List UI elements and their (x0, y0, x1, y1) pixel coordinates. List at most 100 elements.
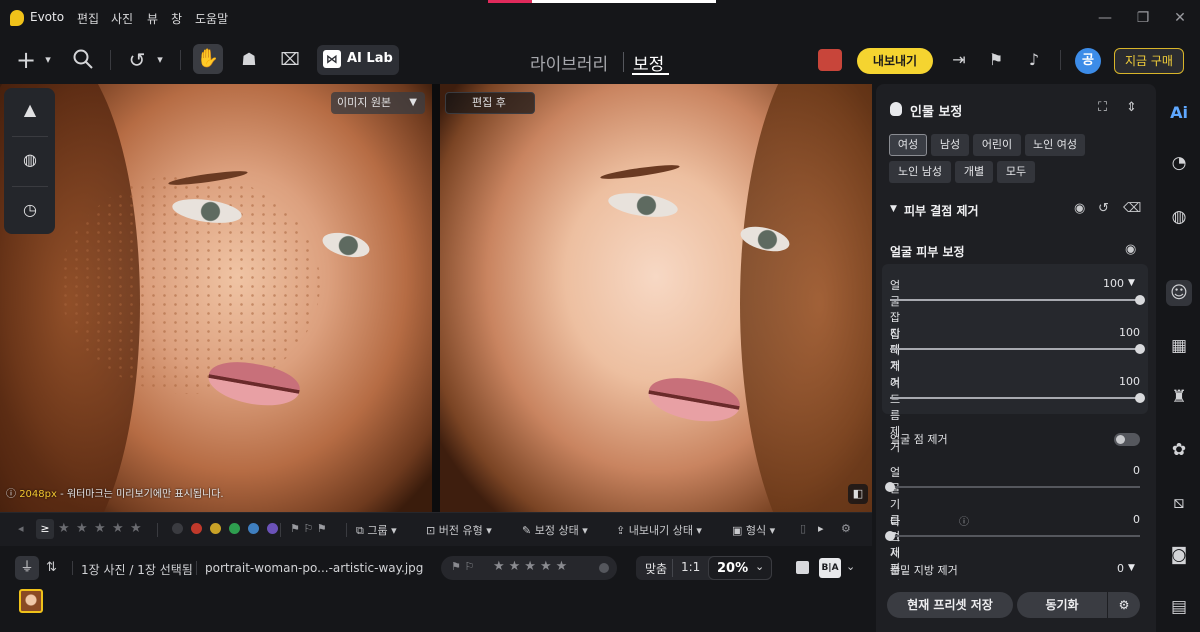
chip-senior-male[interactable]: 노인 남성 (889, 161, 951, 183)
chip-individual[interactable]: 개별 (955, 161, 993, 183)
slider-handle[interactable] (1135, 344, 1145, 354)
folder-eye-icon[interactable]: ▤ (1166, 594, 1192, 620)
export-button[interactable]: 내보내기 (857, 48, 933, 74)
mole-removal-toggle[interactable] (1114, 433, 1140, 446)
eye-visibility-icon[interactable]: ◉ (1125, 242, 1136, 257)
ai-lab-button[interactable]: ⋈ AI Lab (317, 45, 399, 75)
original-image-select[interactable]: 이미지 원본 ▼ (331, 92, 425, 114)
dropdown-triangle-icon[interactable]: ▼ (1128, 278, 1135, 288)
single-view-icon[interactable] (796, 561, 809, 574)
color-label-dot[interactable] (229, 523, 240, 534)
palette-icon[interactable]: ◔ (1166, 150, 1192, 176)
expand-icon[interactable]: ⇕ (1126, 100, 1137, 115)
slider-handle[interactable] (885, 482, 895, 492)
add-icon[interactable]: + (14, 46, 38, 74)
buy-now-button[interactable]: 지금 구매 (1114, 48, 1184, 74)
compare-divider[interactable] (432, 84, 440, 512)
zoom-one-to-one-button[interactable]: 1:1 (681, 560, 700, 574)
color-label-dot[interactable] (248, 523, 259, 534)
rating-operator-select[interactable]: ≥ (36, 519, 54, 539)
undo-icon[interactable]: ↺ (124, 46, 150, 74)
undo-dropdown-chevron-icon[interactable]: ▾ (152, 46, 168, 74)
slider-track[interactable] (885, 482, 1140, 492)
before-after-view-icon[interactable]: B|A (819, 558, 841, 578)
slider-value[interactable]: 0 (1102, 513, 1140, 526)
star-icon[interactable]: ★ (58, 521, 70, 536)
image-canvas[interactable]: 이미지 원본 ▼ 편집 후 ⓘ 2048px - 워터마크는 미리보기에만 표시… (0, 84, 872, 512)
collapse-triangle-icon[interactable]: ▼ (890, 204, 897, 214)
image-enhance-icon[interactable]: ▲ (18, 98, 42, 122)
chip-male[interactable]: 남성 (931, 134, 969, 156)
menu-photo[interactable]: 사진 (111, 10, 133, 27)
menu-help[interactable]: 도움말 (195, 10, 228, 27)
portrait-icon[interactable]: ☺ (1166, 280, 1192, 306)
crop-icon[interactable]: ⧅ (1166, 490, 1192, 516)
edit-status-filter[interactable]: ✎ 보정 상태 ▾ (522, 522, 588, 538)
format-filter[interactable]: ▣ 형식 ▾ (732, 522, 775, 538)
zoom-fit-button[interactable]: 맞춤 (645, 560, 667, 577)
color-label-dot[interactable] (267, 523, 278, 534)
gift-promo-icon[interactable] (818, 49, 842, 71)
color-label-dot[interactable] (191, 523, 202, 534)
filter-settings-gear-icon[interactable]: ⚙ (841, 522, 851, 535)
history-clock-icon[interactable]: ◷ (18, 198, 42, 222)
ai-icon[interactable]: Ai (1166, 100, 1192, 126)
import-icon[interactable]: ⇥ (948, 46, 970, 74)
filmstrip-thumbnail[interactable] (19, 589, 43, 613)
slider-value[interactable]: 100 (1102, 326, 1140, 339)
face-detect-icon[interactable]: ⛶ (1098, 100, 1107, 115)
reset-icon[interactable]: ↺ (1098, 201, 1109, 216)
minimize-button[interactable]: — (1095, 8, 1115, 28)
restore-button[interactable]: ❐ (1133, 8, 1153, 28)
hand-tool-button[interactable]: ✋ (193, 44, 223, 74)
search-icon[interactable] (72, 48, 94, 70)
sync-button[interactable]: 동기화 (1017, 592, 1107, 618)
dropdown-triangle-icon[interactable]: ▼ (1128, 563, 1135, 573)
scroll-left-icon[interactable]: ◂ (18, 522, 24, 535)
gift-icon[interactable]: ⚑ (985, 46, 1007, 74)
slider-value[interactable]: 0 (1102, 464, 1140, 477)
slider-value[interactable]: 100 (1086, 277, 1124, 290)
view-dropdown-chevron-icon[interactable]: ⌄ (846, 560, 855, 573)
color-label-dot[interactable] (172, 523, 183, 534)
slider-handle[interactable] (1135, 295, 1145, 305)
paw-icon[interactable]: ✿ (1166, 437, 1192, 463)
slider-track[interactable] (890, 344, 1145, 354)
texture-icon[interactable]: ◍ (18, 148, 42, 172)
chip-senior-female[interactable]: 노인 여성 (1025, 134, 1085, 156)
zoom-select[interactable]: 20% ⌄ (708, 556, 772, 580)
texture-icon[interactable]: ◍ (1166, 204, 1192, 230)
scroll-right-icon[interactable]: ▸ (818, 522, 824, 535)
photo-star-rating[interactable]: ★★★★★ (493, 559, 571, 574)
tab-retouch[interactable]: 보정 (633, 50, 664, 75)
tshirt-icon[interactable]: ♜ (1166, 384, 1192, 410)
filter-more-icon[interactable]: ▯ (800, 522, 806, 535)
camera-icon[interactable]: ◙ (1166, 542, 1192, 568)
slider-track[interactable] (890, 295, 1145, 305)
close-button[interactable]: ✕ (1170, 8, 1190, 28)
bandage-icon[interactable]: ⌧ (277, 46, 303, 74)
tab-library[interactable]: 라이브러리 (530, 50, 608, 75)
filter-funnel-icon[interactable]: ⏚ (15, 556, 39, 580)
export-status-filter[interactable]: ⇪ 내보내기 상태 ▾ (616, 522, 702, 538)
slider-handle[interactable] (885, 531, 895, 541)
avatar[interactable]: 공 (1075, 48, 1101, 74)
chip-female[interactable]: 여성 (889, 134, 927, 156)
slider-track[interactable] (885, 531, 1140, 541)
slider-handle[interactable] (1135, 393, 1145, 403)
flag-icon[interactable]: ⚑ ⚐ ⚑ (290, 522, 327, 535)
color-label-dot[interactable] (599, 563, 609, 573)
star-icon[interactable]: ★ (76, 521, 88, 536)
star-icon[interactable]: ★ (130, 521, 142, 536)
group-filter[interactable]: ⧉ 그룹 ▾ (356, 522, 397, 538)
eraser-icon[interactable]: ⌫ (1123, 201, 1141, 216)
star-icon[interactable]: ★ (112, 521, 124, 536)
slider-track[interactable] (890, 393, 1145, 403)
section-skin-blemish[interactable]: 피부 결점 제거 (904, 202, 979, 219)
face-brush-icon[interactable]: ☗ (236, 46, 262, 74)
menu-view[interactable]: 뷰 (147, 10, 158, 27)
save-preset-button[interactable]: 현재 프리셋 저장 (887, 592, 1013, 618)
menu-edit[interactable]: 편집 (77, 10, 99, 27)
help-icon[interactable]: ⓘ (959, 513, 969, 528)
split-view-icon[interactable]: ◧ (848, 484, 868, 504)
